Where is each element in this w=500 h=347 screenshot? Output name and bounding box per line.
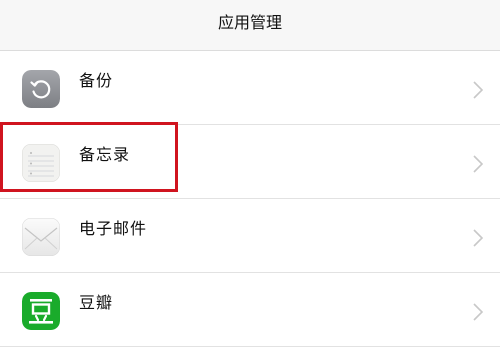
mail-icon <box>22 218 60 256</box>
douban-icon <box>22 292 60 330</box>
app-list: 备份 备忘录 电子邮件 豆瓣 <box>0 51 500 347</box>
chevron-right-icon <box>473 303 484 321</box>
page-title-bar: 应用管理 <box>0 0 500 51</box>
app-label-notes: 备忘录 <box>79 145 131 164</box>
app-row-email[interactable]: 电子邮件 <box>0 199 500 273</box>
app-row-douban[interactable]: 豆瓣 <box>0 273 500 347</box>
app-label-douban: 豆瓣 <box>79 293 114 312</box>
app-label-email: 电子邮件 <box>79 219 148 238</box>
chevron-right-icon <box>473 229 484 247</box>
page-title: 应用管理 <box>217 13 282 32</box>
backup-icon <box>22 70 60 108</box>
app-row-notes[interactable]: 备忘录 <box>0 125 500 199</box>
chevron-right-icon <box>473 155 484 173</box>
notes-icon <box>22 144 60 182</box>
app-row-backup[interactable]: 备份 <box>0 51 500 125</box>
chevron-right-icon <box>473 81 484 99</box>
app-label-backup: 备份 <box>79 71 114 90</box>
